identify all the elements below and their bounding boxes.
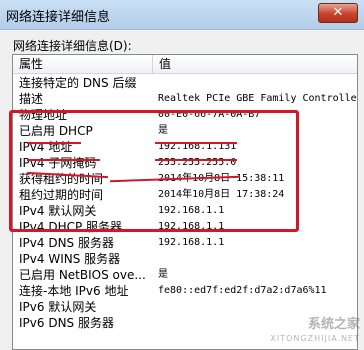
table-row[interactable]: 连接特定的 DNS 后缀 — [13, 75, 357, 91]
row-property: IPv4 WINS 服务器 — [19, 252, 121, 266]
title-bar: 网络连接详细信息 ✕ — [0, 0, 364, 30]
close-button[interactable]: ✕ — [318, 3, 358, 23]
watermark-main: 系统之家 — [307, 317, 360, 332]
column-header-property[interactable]: 属性 — [13, 55, 153, 74]
close-icon: ✕ — [332, 5, 344, 20]
list-header: 属性 值 — [13, 55, 357, 74]
row-property: IPv6 DNS 服务器 — [19, 316, 114, 330]
watermark: 系统之家 XITONGZHIJIA.NET — [270, 318, 360, 346]
annotation-underline — [27, 159, 100, 161]
window-title: 网络连接详细信息 — [6, 10, 111, 25]
row-value: 192.168.1.1 — [158, 237, 225, 248]
watermark-sub: XITONGZHIJIA.NET — [270, 334, 360, 343]
row-property: 描述 — [19, 92, 44, 106]
row-property: IPv4 DNS 服务器 — [19, 236, 114, 250]
table-row[interactable]: 已启用 NetBIOS ove... 是 — [13, 267, 357, 283]
section-label: 网络连接详细信息(D): — [13, 39, 132, 53]
row-property: IPv6 默认网关 — [19, 300, 97, 314]
row-property: 已启用 NetBIOS ove... — [19, 268, 146, 282]
annotation-underline — [155, 142, 237, 144]
annotation-underline — [27, 142, 81, 144]
row-value: 是 — [158, 269, 168, 280]
annotation-underline — [155, 159, 237, 161]
table-row[interactable]: IPv4 DNS 服务器 192.168.1.1 — [13, 235, 357, 251]
table-row[interactable]: 描述 Realtek PCIe GBE Family Controlle — [13, 91, 357, 107]
column-header-value[interactable]: 值 — [153, 55, 357, 74]
row-property: 连接-本地 IPv6 地址 — [19, 284, 129, 298]
row-value: fe80::ed7f:ed2f:d7a2:d7a6%11 — [158, 285, 327, 296]
row-property: 连接特定的 DNS 后缀 — [19, 76, 137, 90]
annotation-highlight-box — [9, 110, 299, 232]
table-row[interactable]: IPv6 默认网关 — [13, 299, 357, 315]
table-row[interactable]: IPv4 WINS 服务器 — [13, 251, 357, 267]
table-row[interactable]: 连接-本地 IPv6 地址 fe80::ed7f:ed2f:d7a2:d7a6%1… — [13, 283, 357, 299]
row-value: Realtek PCIe GBE Family Controlle — [158, 93, 357, 104]
